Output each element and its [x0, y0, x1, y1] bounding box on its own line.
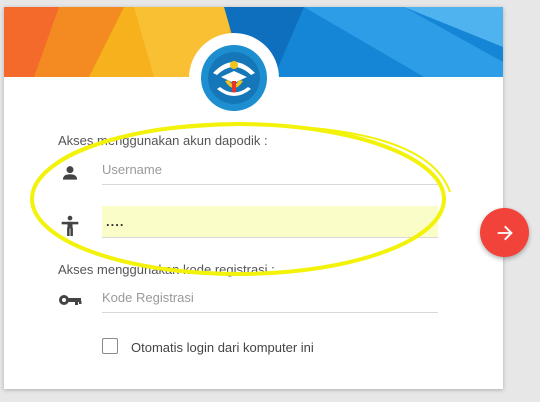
submit-button[interactable] — [480, 208, 529, 257]
accessibility-icon — [60, 215, 80, 242]
remember-checkbox[interactable] — [102, 338, 118, 354]
person-icon — [60, 163, 80, 188]
username-input[interactable] — [102, 155, 438, 185]
remember-label[interactable]: Otomatis login dari komputer ini — [131, 340, 314, 355]
dapodik-section-label: Akses menggunakan akun dapodik : — [58, 133, 268, 148]
registration-code-input[interactable] — [102, 283, 438, 313]
login-card: Akses menggunakan akun dapodik : Akses m… — [4, 7, 503, 389]
key-icon — [58, 292, 82, 313]
arrow-right-icon — [497, 225, 513, 240]
registration-section-label: Akses menggunakan kode registrasi : — [58, 262, 275, 277]
tut-wuri-handayani-logo — [201, 45, 267, 111]
password-input[interactable] — [102, 206, 438, 238]
logo-badge — [189, 33, 279, 123]
